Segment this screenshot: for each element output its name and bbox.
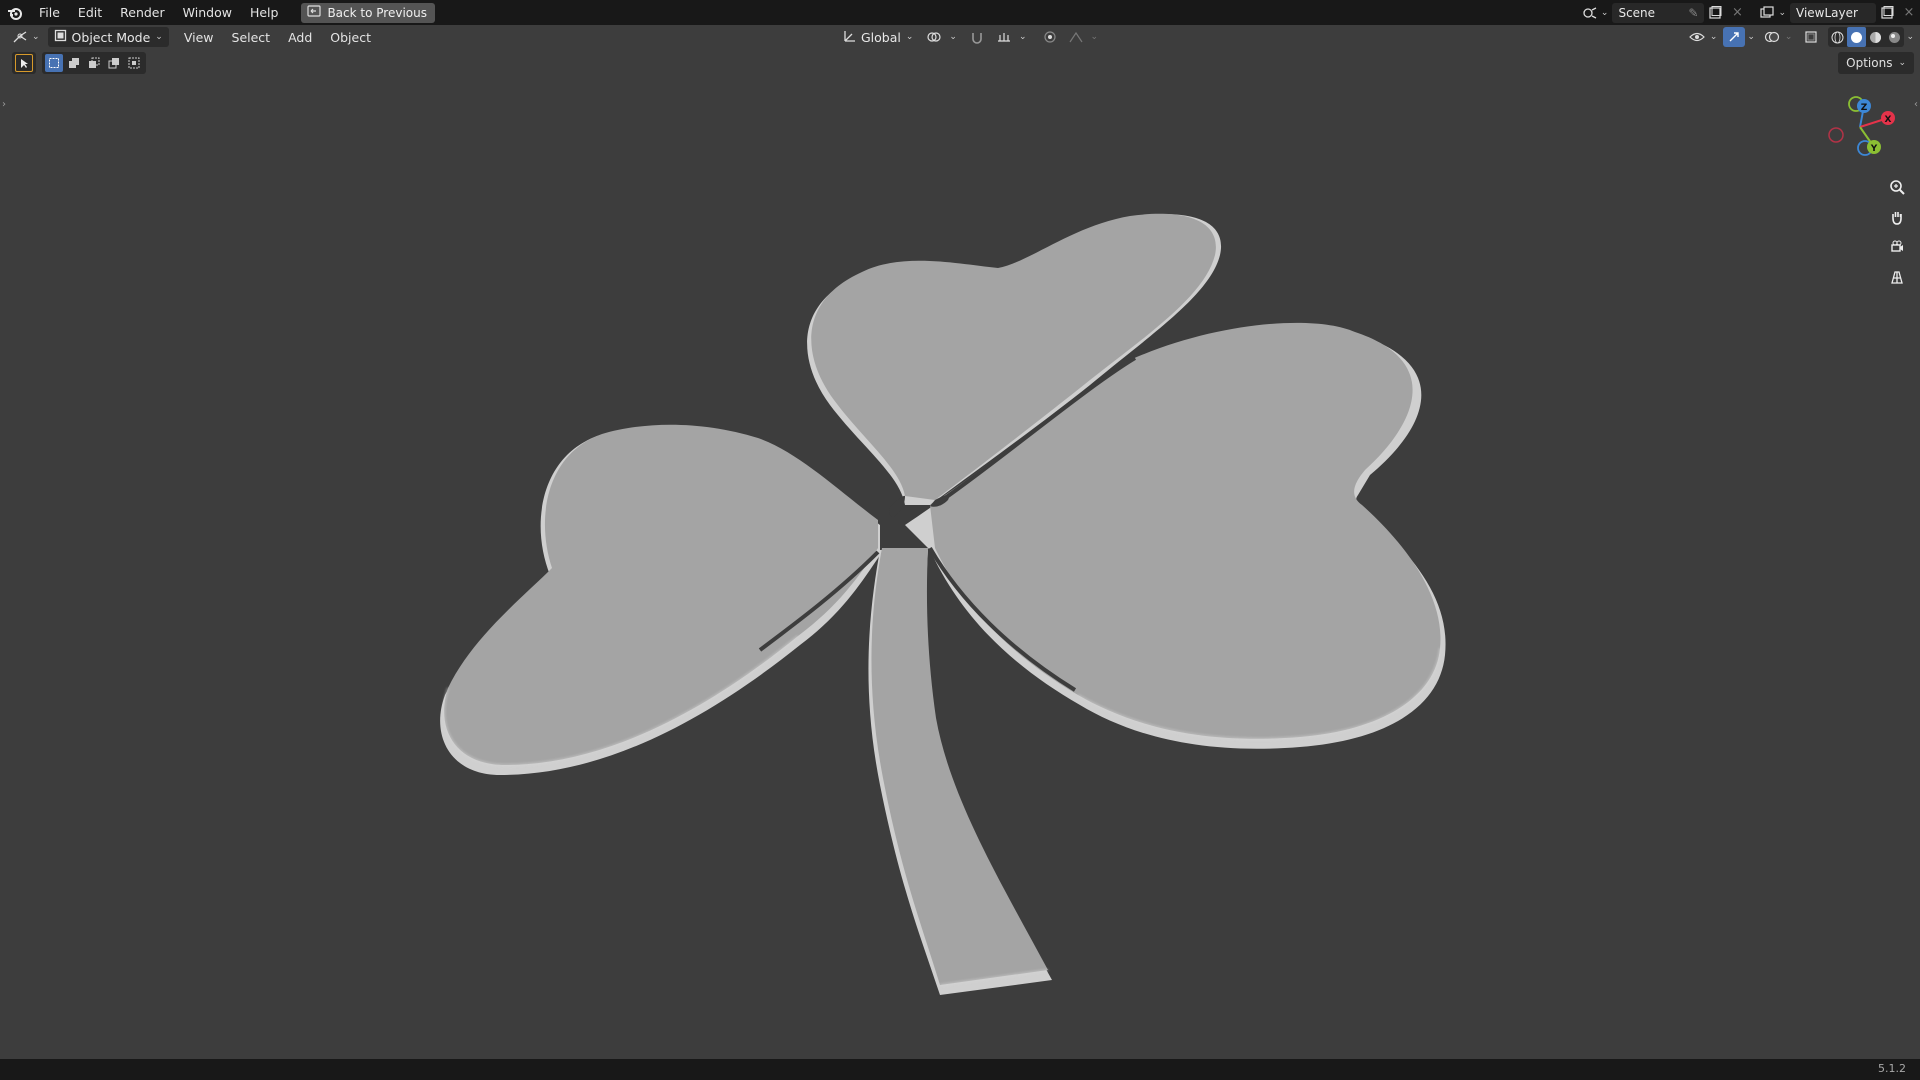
chevron-down-icon[interactable]: ⌄	[32, 32, 40, 42]
chevron-down-icon: ⌄	[155, 32, 163, 42]
select-subtract-icon[interactable]	[85, 54, 103, 72]
select-tool-icon[interactable]	[15, 54, 33, 72]
rendered-shading-icon[interactable]	[1885, 27, 1904, 47]
menu-file[interactable]: File	[30, 0, 69, 25]
object-mode-icon	[54, 29, 67, 45]
chevron-down-icon[interactable]: ⌄	[1601, 8, 1609, 18]
pan-hand-icon[interactable]	[1884, 204, 1910, 230]
chevron-down-icon[interactable]: ⌄	[1019, 32, 1027, 42]
snap-toggle-icon[interactable]	[967, 27, 989, 47]
editor-type-icon[interactable]	[10, 27, 32, 47]
view-layer-name: ViewLayer	[1796, 5, 1858, 20]
status-bar: 5.1.2	[0, 1059, 1920, 1080]
tool-settings	[12, 52, 146, 74]
3d-viewport[interactable]: › ‹	[0, 49, 1920, 1059]
gizmo-y-label: Y	[1870, 144, 1878, 154]
delete-view-layer-icon[interactable]: ×	[1898, 3, 1920, 23]
chevron-down-icon[interactable]: ⌄	[1906, 32, 1914, 42]
view-layer-field[interactable]: ViewLayer	[1790, 2, 1876, 23]
back-icon	[307, 5, 322, 20]
perspective-toggle-icon[interactable]	[1884, 264, 1910, 290]
shamrock-model[interactable]	[0, 49, 1920, 1059]
mode-label: Object Mode	[71, 29, 151, 45]
zoom-icon[interactable]	[1884, 174, 1910, 200]
menu-window[interactable]: Window	[174, 0, 241, 25]
select-extend-icon[interactable]	[65, 54, 83, 72]
pin-icon[interactable]: ✎	[1688, 6, 1698, 20]
viewport-header: ⌄ Object Mode ⌄ View Select Add Object G…	[0, 25, 1920, 49]
new-view-layer-icon[interactable]	[1876, 3, 1898, 23]
pivot-point-icon[interactable]	[923, 27, 945, 47]
camera-view-icon[interactable]	[1884, 234, 1910, 260]
menu-add[interactable]: Add	[279, 30, 321, 45]
chevron-down-icon[interactable]: ⌄	[1785, 32, 1793, 42]
select-new-icon[interactable]	[45, 54, 63, 72]
material-shading-icon[interactable]	[1866, 27, 1885, 47]
gizmo-x-label: X	[1885, 115, 1892, 125]
wireframe-shading-icon[interactable]	[1828, 27, 1847, 47]
show-overlays-icon[interactable]	[1761, 27, 1783, 47]
mode-selector[interactable]: Object Mode ⌄	[47, 27, 169, 47]
menu-render[interactable]: Render	[111, 0, 174, 25]
scene-name: Scene	[1618, 5, 1656, 20]
navigation-gizmo[interactable]: Z X Y	[1820, 92, 1900, 162]
chevron-down-icon: ⌄	[1898, 58, 1906, 68]
scene-field[interactable]: Scene ✎	[1612, 2, 1705, 23]
falloff-icon[interactable]	[1065, 27, 1087, 47]
orientation-label: Global	[861, 29, 901, 45]
back-to-previous-button[interactable]: Back to Previous	[301, 2, 435, 23]
delete-scene-icon[interactable]: ×	[1726, 3, 1748, 23]
select-difference-icon[interactable]	[105, 54, 123, 72]
back-to-previous-label: Back to Previous	[327, 5, 427, 20]
chevron-down-icon[interactable]: ⌄	[949, 32, 957, 42]
chevron-down-icon: ⌄	[905, 32, 914, 42]
scene-selector-icon[interactable]	[1579, 3, 1601, 23]
options-label: Options	[1846, 56, 1893, 70]
menu-view[interactable]: View	[175, 30, 223, 45]
snap-target-icon[interactable]	[993, 27, 1015, 47]
menu-help[interactable]: Help	[241, 0, 288, 25]
menu-select[interactable]: Select	[223, 30, 280, 45]
toolbar-expand-icon[interactable]: ›	[2, 99, 6, 110]
sidebar-expand-icon[interactable]: ‹	[1914, 99, 1918, 110]
top-bar: File Edit Render Window Help Back to Pre…	[0, 0, 1920, 25]
chevron-down-icon[interactable]: ⌄	[1091, 32, 1099, 42]
show-gizmo-icon[interactable]	[1723, 27, 1746, 47]
view-layer-icon[interactable]	[1756, 3, 1778, 23]
orientation-icon	[842, 29, 856, 46]
new-scene-icon[interactable]	[1704, 3, 1726, 23]
gizmo-z-label: Z	[1861, 103, 1868, 113]
chevron-down-icon[interactable]: ⌄	[1747, 32, 1755, 42]
select-intersect-icon[interactable]	[125, 54, 143, 72]
blender-logo-icon[interactable]	[0, 0, 30, 25]
proportional-editing-icon[interactable]	[1039, 27, 1061, 47]
menu-edit[interactable]: Edit	[69, 0, 111, 25]
menu-object[interactable]: Object	[321, 30, 380, 45]
xray-toggle-icon[interactable]	[1800, 27, 1822, 47]
chevron-down-icon[interactable]: ⌄	[1710, 32, 1718, 42]
chevron-down-icon[interactable]: ⌄	[1778, 8, 1786, 18]
version-label: 5.1.2	[1878, 1062, 1906, 1075]
solid-shading-icon[interactable]	[1847, 27, 1867, 47]
options-dropdown[interactable]: Options ⌄	[1838, 52, 1914, 74]
transform-orientation-selector[interactable]: Global ⌄	[836, 27, 919, 47]
visibility-selector-icon[interactable]	[1686, 27, 1708, 47]
